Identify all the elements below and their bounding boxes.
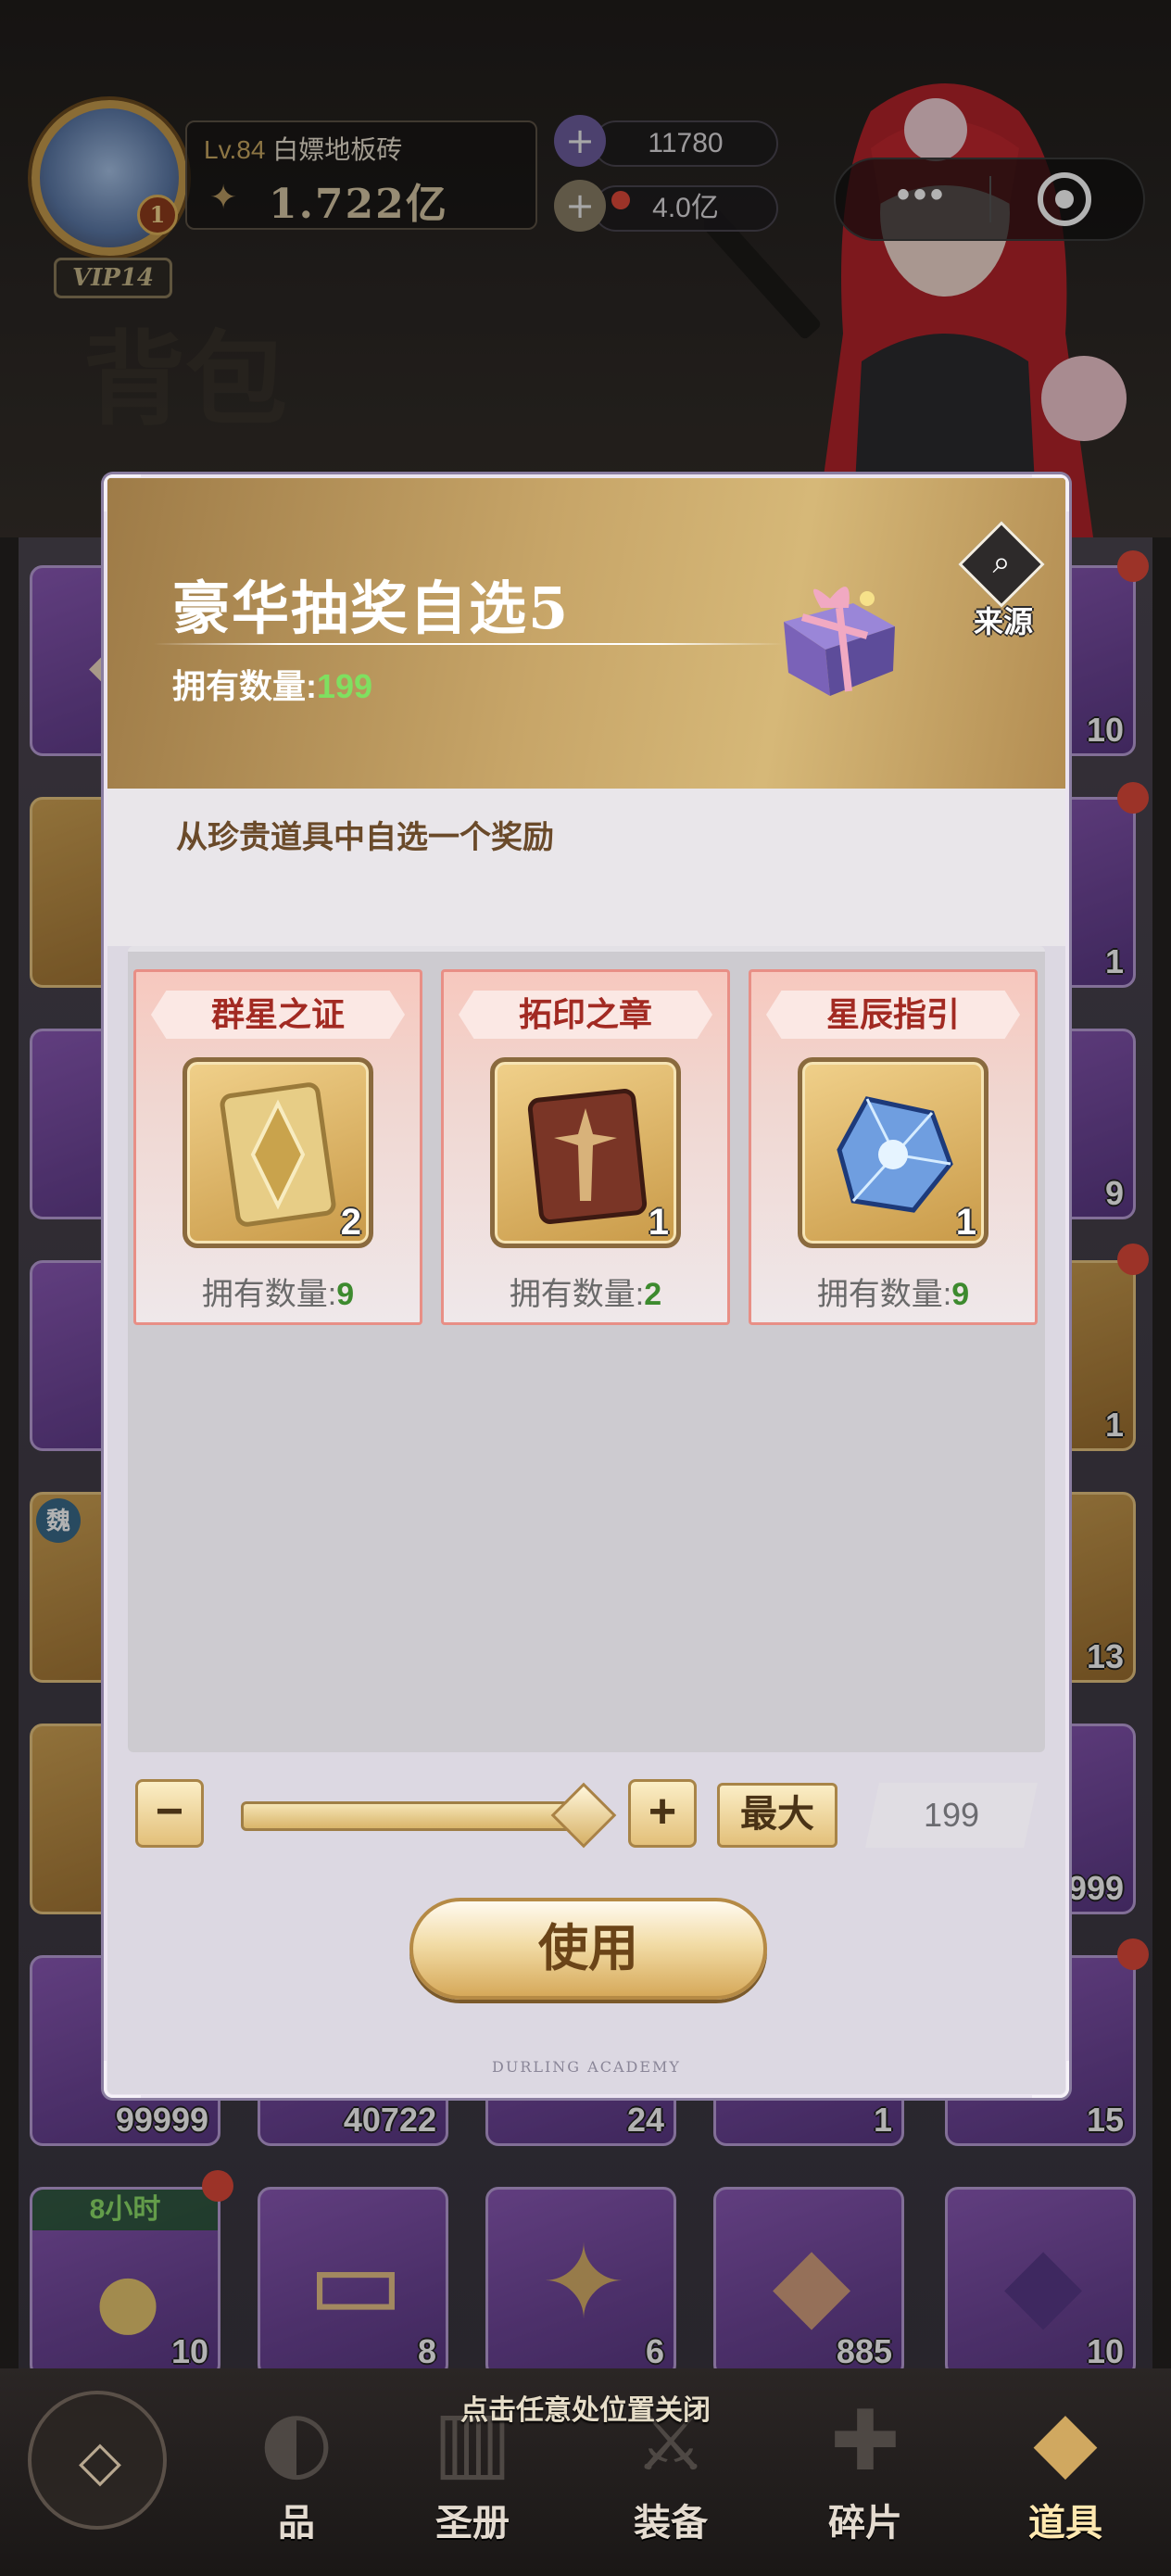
tab-label: 品 xyxy=(278,2501,315,2544)
choice-owned-value: 2 xyxy=(644,1277,662,1312)
source-label: 来源 xyxy=(973,604,1033,639)
choice-name: 星辰指引 xyxy=(766,991,1020,1039)
increase-button[interactable]: + xyxy=(628,1779,697,1848)
choice-owned: 拥有数量:2 xyxy=(444,1269,727,1314)
magnifier-icon: ⌕ xyxy=(992,544,1011,581)
choice-name: 群星之证 xyxy=(151,991,405,1039)
choice-count: 2 xyxy=(340,1202,361,1243)
dialog-title: 豪华抽奖自选5 xyxy=(172,575,571,642)
tab-label: 装备 xyxy=(634,2501,708,2544)
slider-thumb[interactable] xyxy=(550,1782,617,1849)
choice-owned-value: 9 xyxy=(951,1277,970,1312)
choice-item[interactable]: 2 xyxy=(183,1057,373,1248)
choice-owned-label: 拥有数量: xyxy=(816,1277,952,1312)
quantity-field[interactable]: 199 xyxy=(865,1783,1038,1848)
dialog-description: 从珍贵道具中自选一个奖励 xyxy=(176,820,554,855)
close-hint: 点击任意处位置关闭 xyxy=(460,2395,711,2426)
source-button[interactable]: ⌕ 来源 xyxy=(952,521,1054,645)
owned-count: 拥有数量:199 xyxy=(172,660,372,708)
frame-corner xyxy=(1032,2061,1069,2098)
choice-card-3[interactable]: 星辰指引 1 拥有数量:9 xyxy=(749,969,1038,1325)
use-button[interactable]: 使用 xyxy=(409,1898,767,2000)
choice-owned-value: 9 xyxy=(336,1277,355,1312)
tab-label: 道具 xyxy=(1028,2501,1102,2544)
choice-owned: 拥有数量:9 xyxy=(136,1269,420,1314)
frame-corner xyxy=(104,474,141,511)
choice-item[interactable]: 1 xyxy=(490,1057,681,1248)
owned-value: 199 xyxy=(317,667,373,705)
choice-owned: 拥有数量:9 xyxy=(751,1269,1035,1314)
dialog-header: 豪华抽奖自选5 拥有数量:199 ⌕ 来源 xyxy=(107,478,1065,789)
decrease-button[interactable]: − xyxy=(135,1779,204,1848)
home-icon: ◇ xyxy=(78,2429,122,2494)
tab-label: 圣册 xyxy=(435,2501,510,2544)
choice-card-2[interactable]: 拓印之章 1 拥有数量:2 xyxy=(441,969,730,1325)
choice-count: 1 xyxy=(955,1202,976,1243)
header-divider xyxy=(154,643,784,645)
choice-card-1[interactable]: 群星之证 2 拥有数量:9 xyxy=(133,969,422,1325)
dialog-footer-text: DURLING ACADEMY xyxy=(492,2058,681,2076)
choice-owned-label: 拥有数量: xyxy=(509,1277,645,1312)
frame-corner xyxy=(1032,474,1069,511)
choice-item[interactable]: 1 xyxy=(798,1057,988,1248)
tab-label: 碎片 xyxy=(828,2501,902,2544)
frame-corner xyxy=(104,2061,141,2098)
choice-owned-label: 拥有数量: xyxy=(201,1277,337,1312)
quantity-slider[interactable] xyxy=(241,1801,593,1831)
max-button[interactable]: 最大 xyxy=(717,1783,837,1848)
gift-box-icon xyxy=(784,587,895,696)
owned-label: 拥有数量: xyxy=(172,667,317,705)
choice-count: 1 xyxy=(648,1202,669,1243)
item-select-dialog: 豪华抽奖自选5 拥有数量:199 ⌕ 来源 从珍贵道具中自选一个奖励 群星之证 xyxy=(104,474,1069,2098)
choice-name: 拓印之章 xyxy=(459,991,712,1039)
